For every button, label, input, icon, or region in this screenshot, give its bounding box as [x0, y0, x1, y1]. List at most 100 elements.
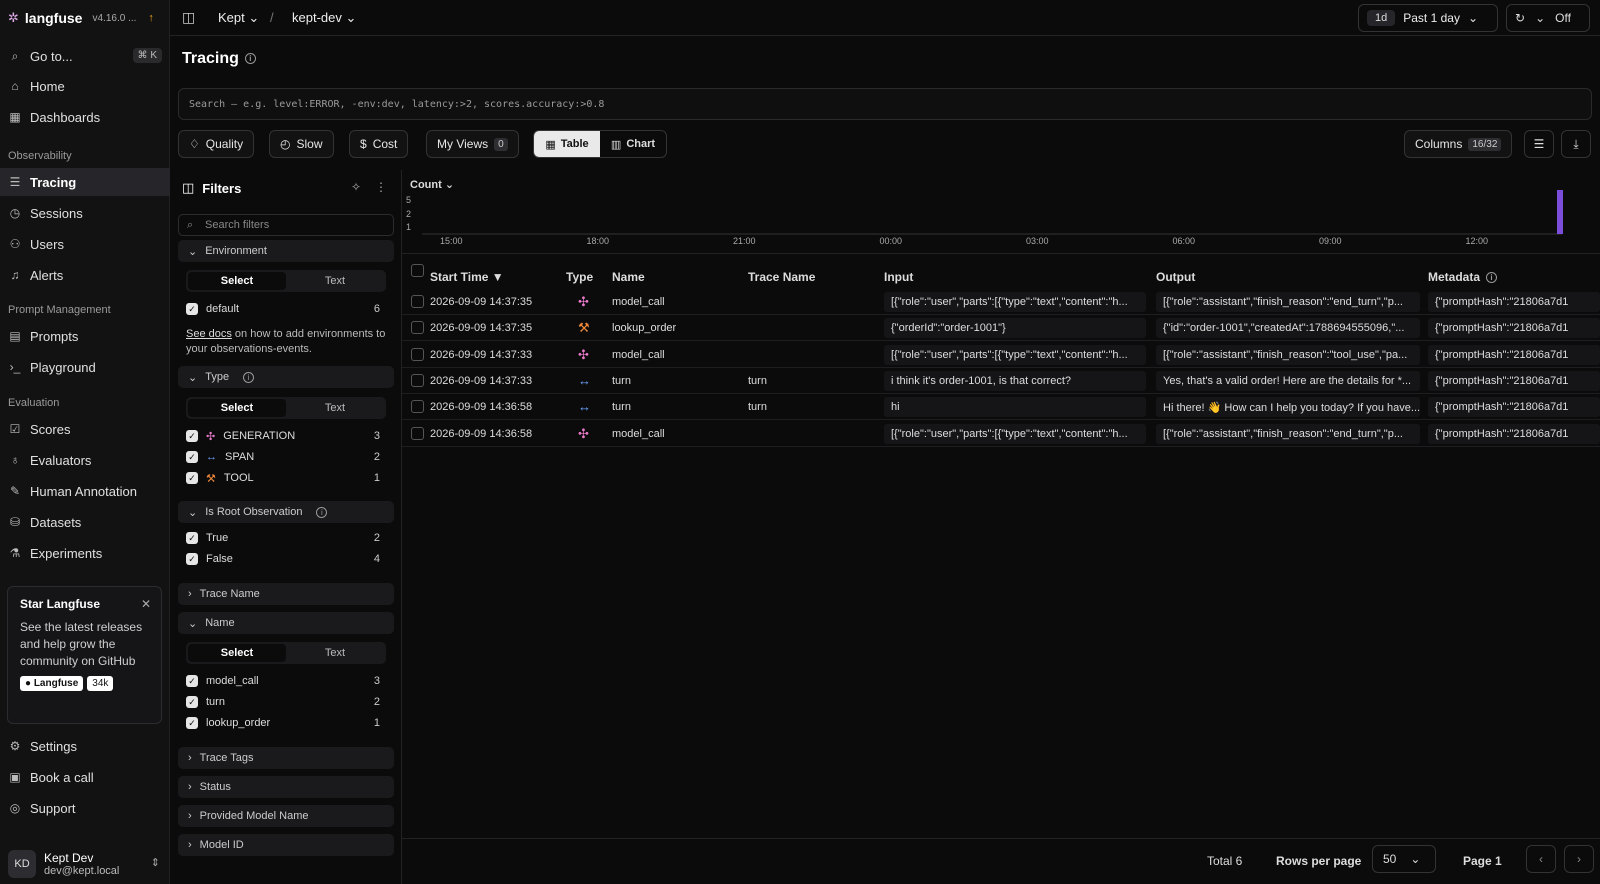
sidebar-item-users[interactable]: ⚇ Users: [0, 230, 170, 258]
next-page-button[interactable]: ›: [1564, 845, 1594, 873]
my-views-button[interactable]: My Views 0: [426, 130, 519, 158]
sidebar-item-book-call[interactable]: ▣ Book a call: [0, 763, 170, 791]
row-checkbox[interactable]: [411, 426, 424, 440]
project-selector[interactable]: kept-dev ⌄: [292, 10, 356, 26]
filter-option-false[interactable]: ✓ False 4: [186, 550, 386, 568]
cell-input[interactable]: [{"role":"user","parts":[{"type":"text",…: [884, 292, 1146, 312]
filter-option-true[interactable]: ✓ True 2: [186, 529, 386, 547]
cell-input[interactable]: [{"role":"user","parts":[{"type":"text",…: [884, 344, 1146, 365]
row-density-button[interactable]: ☰: [1524, 130, 1554, 158]
cell-input[interactable]: [{"role":"user","parts":[{"type":"text",…: [884, 423, 1146, 444]
text-mode-button[interactable]: Text: [286, 399, 384, 417]
cell-output[interactable]: [{"role":"assistant","finish_reason":"en…: [1156, 423, 1420, 444]
columns-button[interactable]: Columns 16/32: [1404, 130, 1513, 158]
table-row[interactable]: 2026-09-09 14:36:58 ✣ model_call [{"role":"…: [402, 421, 1600, 447]
column-header-trace-name[interactable]: Trace Name: [748, 270, 815, 284]
time-range-selector[interactable]: 1d Past 1 day ⌄: [1358, 4, 1498, 32]
checkbox-checked[interactable]: ✓: [186, 303, 198, 315]
sidebar-item-tracing[interactable]: ☰ Tracing: [0, 168, 170, 196]
text-mode-button[interactable]: Text: [286, 272, 384, 290]
see-docs-link[interactable]: See docs: [186, 328, 232, 340]
filter-group-is-root[interactable]: ⌄ Is Root Observation i: [178, 501, 394, 523]
filter-search-input[interactable]: ⌕ Search filters: [178, 214, 394, 236]
cell-output[interactable]: [{"role":"assistant","finish_reason":"en…: [1156, 292, 1420, 312]
table-row[interactable]: 2026-09-09 14:37:35 ✣ model_call [{"role":"…: [402, 289, 1600, 315]
table-view-button[interactable]: ▦ Table: [534, 131, 600, 157]
checkbox-checked[interactable]: ✓: [186, 717, 198, 729]
quality-button[interactable]: ♢ Quality: [178, 130, 255, 158]
slow-button[interactable]: ◴ Slow: [269, 130, 334, 158]
filter-group-type[interactable]: ⌄ Type i: [178, 366, 394, 388]
filter-option-tool[interactable]: ✓ ⚒ TOOL 1: [186, 469, 386, 487]
cell-output[interactable]: [{"role":"assistant","finish_reason":"to…: [1156, 344, 1420, 365]
sidebar-item-settings[interactable]: ⚙ Settings: [0, 732, 170, 760]
sidebar-item-human-annotation[interactable]: ✎ Human Annotation: [0, 477, 170, 505]
row-checkbox[interactable]: [411, 295, 424, 308]
cell-input[interactable]: i think it's order-1001, is that correct…: [884, 370, 1146, 391]
checkbox-checked[interactable]: ✓: [186, 675, 198, 687]
sidebar-item-prompts[interactable]: ▤ Prompts: [0, 322, 170, 350]
info-icon[interactable]: i: [316, 506, 328, 518]
cell-metadata[interactable]: {"promptHash":"21806a7d1: [1428, 318, 1600, 339]
prev-page-button[interactable]: ‹: [1526, 845, 1556, 873]
checkbox-checked[interactable]: ✓: [186, 451, 198, 463]
column-header-input[interactable]: Input: [884, 270, 913, 284]
panel-icon[interactable]: ◫: [182, 180, 194, 196]
close-icon[interactable]: ✕: [141, 597, 151, 611]
checkbox-checked[interactable]: ✓: [186, 532, 198, 544]
checkbox-checked[interactable]: ✓: [186, 430, 198, 442]
more-vertical-icon[interactable]: ⋮: [375, 180, 387, 194]
chart-view-button[interactable]: ▥ Chart: [600, 131, 666, 157]
select-all-checkbox[interactable]: [411, 264, 424, 277]
sidebar-item-alerts[interactable]: ♫ Alerts: [0, 261, 170, 289]
row-checkbox[interactable]: [411, 347, 424, 361]
sidebar-item-experiments[interactable]: ⚗ Experiments: [0, 539, 170, 567]
sidebar-item-home[interactable]: ⌂ Home: [0, 72, 170, 100]
filter-group-name[interactable]: ⌄ Name: [178, 612, 394, 634]
sidebar-item-playground[interactable]: ›_ Playground: [0, 353, 170, 381]
cell-metadata[interactable]: {"promptHash":"21806a7d1: [1428, 370, 1600, 391]
info-icon[interactable]: i: [1486, 272, 1498, 284]
column-header-output[interactable]: Output: [1156, 270, 1195, 284]
filter-option-generation[interactable]: ✓ ✣ GENERATION 3: [186, 427, 386, 445]
filter-group-model-id[interactable]: › Model ID: [178, 834, 394, 856]
filter-option-span[interactable]: ✓ ↔ SPAN 2: [186, 448, 386, 466]
row-checkbox[interactable]: [411, 400, 424, 414]
cell-metadata[interactable]: {"promptHash":"21806a7d1: [1428, 344, 1600, 365]
sidebar-item-scores[interactable]: ☑ Scores: [0, 415, 170, 443]
sidebar-toggle-icon[interactable]: ◫: [182, 9, 195, 26]
filter-option-model-call[interactable]: ✓ model_call 3: [186, 672, 386, 690]
table-row[interactable]: 2026-09-09 14:36:58 ↔ turn turn hi Hi there! …: [402, 394, 1600, 421]
checkbox-checked[interactable]: ✓: [186, 696, 198, 708]
update-arrow-icon[interactable]: ↑: [148, 12, 154, 24]
filter-group-environment[interactable]: ⌄ Environment: [178, 240, 394, 262]
column-header-name[interactable]: Name: [612, 270, 645, 284]
sidebar-item-evaluators[interactable]: ♁ Evaluators: [0, 446, 170, 474]
table-row[interactable]: 2026-09-09 14:37:35 ⚒ lookup_order {"orderI…: [402, 315, 1600, 342]
select-mode-button[interactable]: Select: [188, 272, 286, 290]
select-mode-button[interactable]: Select: [188, 644, 286, 662]
chart-bar[interactable]: [1557, 190, 1563, 234]
cost-button[interactable]: $ Cost: [349, 130, 409, 158]
checkbox-checked[interactable]: ✓: [186, 553, 198, 565]
table-row[interactable]: 2026-09-09 14:37:33 ↔ turn turn i think it's…: [402, 368, 1600, 394]
cell-metadata[interactable]: {"promptHash":"21806a7d1: [1428, 423, 1600, 444]
goto-button[interactable]: ⌕ Go to... ⌘ K: [0, 42, 170, 70]
download-button[interactable]: ⤓: [1561, 130, 1591, 158]
cell-input[interactable]: hi: [884, 397, 1146, 418]
logo-row[interactable]: ✲ langfuse v4.16.0 ... ↑: [0, 0, 169, 36]
sidebar-item-dashboards[interactable]: ▦ Dashboards: [0, 103, 170, 131]
column-header-metadata[interactable]: Metadata i: [1428, 270, 1498, 284]
user-menu[interactable]: KD Kept Dev dev@kept.local ⇕: [0, 844, 170, 884]
cell-output[interactable]: {"id":"order-1001","createdAt":178869455…: [1156, 318, 1420, 339]
filter-group-trace-name[interactable]: › Trace Name: [178, 583, 394, 605]
checkbox-checked[interactable]: ✓: [186, 472, 198, 484]
cell-output[interactable]: Yes, that's a valid order! Here are the …: [1156, 370, 1420, 391]
select-mode-button[interactable]: Select: [188, 399, 286, 417]
row-checkbox[interactable]: [411, 321, 424, 335]
filter-group-provided-model[interactable]: › Provided Model Name: [178, 805, 394, 827]
sidebar-item-sessions[interactable]: ◷ Sessions: [0, 199, 170, 227]
rows-per-page-select[interactable]: 50 ⌄: [1372, 845, 1436, 873]
auto-refresh-selector[interactable]: ↻ ⌄ Off: [1506, 4, 1590, 32]
filter-group-trace-tags[interactable]: › Trace Tags: [178, 747, 394, 769]
